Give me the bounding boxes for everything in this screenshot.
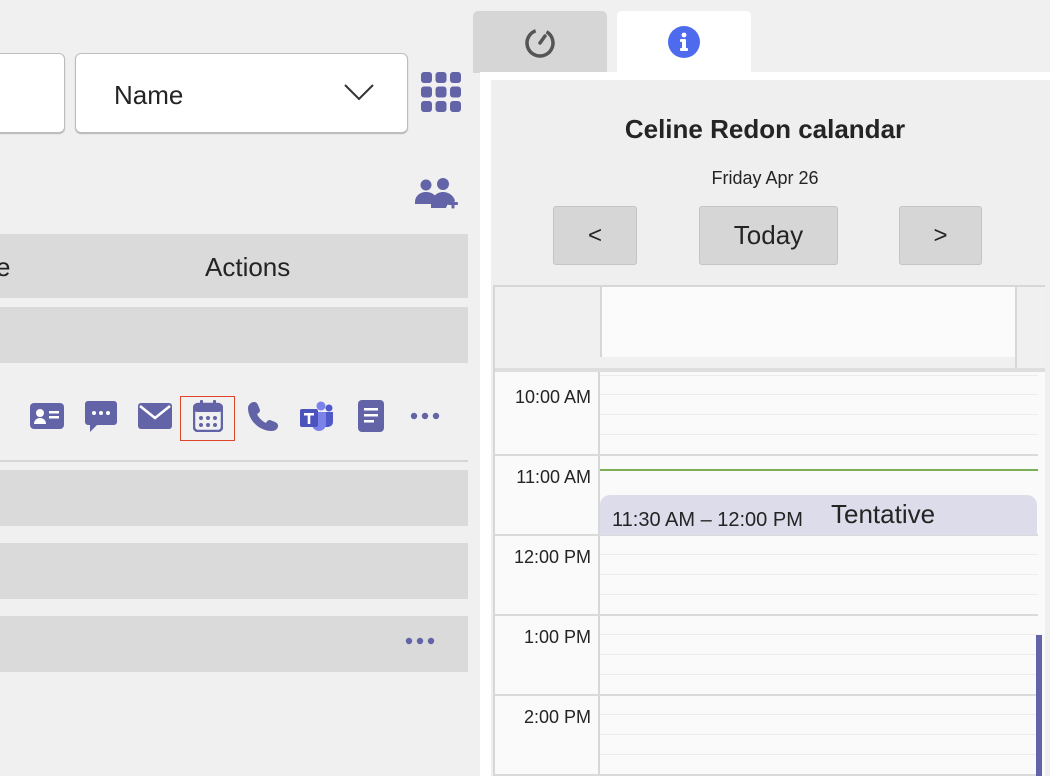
half-hour-line — [600, 674, 1038, 675]
scrollbar-thumb[interactable] — [1036, 635, 1042, 776]
current-time-line — [600, 469, 1038, 471]
calendar-event[interactable]: 11:30 AM – 12:00 PM Tentative — [600, 495, 1037, 535]
calendar-date: Friday Apr 26 — [711, 168, 819, 188]
calendar-title: Celine Redon calandar — [624, 114, 906, 144]
search-input[interactable] — [0, 53, 65, 133]
half-hour-line — [600, 654, 1038, 655]
chevron-down-icon — [343, 82, 375, 107]
table-header: e Actions — [0, 234, 468, 298]
table-row[interactable] — [0, 616, 468, 672]
history-icon — [525, 28, 555, 58]
event-status: Tentative — [831, 499, 936, 529]
half-hour-line — [600, 574, 1038, 575]
time-label: 1:00 PM — [523, 627, 591, 647]
chat-icon[interactable] — [83, 398, 119, 434]
row-divider — [0, 460, 468, 462]
time-label: 2:00 PM — [523, 707, 591, 727]
hour-line — [495, 694, 1038, 696]
half-hour-line — [600, 375, 1038, 376]
half-hour-line — [600, 414, 1038, 415]
all-day-divider — [1015, 287, 1017, 370]
table-row[interactable] — [0, 470, 468, 526]
sort-value: Name — [114, 80, 184, 110]
half-hour-line — [600, 554, 1038, 555]
time-label: 10:00 AM — [514, 387, 591, 407]
half-hour-line — [600, 714, 1038, 715]
all-day-separator — [495, 368, 1045, 372]
hour-line — [495, 454, 1038, 456]
sort-dropdown[interactable]: Name — [75, 53, 408, 133]
contact-card-icon[interactable] — [29, 398, 65, 434]
time-label: 12:00 PM — [513, 547, 591, 567]
half-hour-line — [600, 434, 1038, 435]
table-row[interactable] — [0, 307, 468, 363]
half-hour-line — [600, 594, 1038, 595]
today-button[interactable]: Today — [699, 206, 838, 265]
day-calendar[interactable]: 10:00 AM 11:00 AM 12:00 PM 1:00 PM 2:00 … — [493, 285, 1045, 776]
teams-icon[interactable] — [299, 398, 335, 434]
info-icon — [668, 26, 700, 58]
focus-outline — [180, 396, 235, 441]
tab-info[interactable] — [617, 11, 751, 73]
mail-icon[interactable] — [137, 398, 173, 434]
half-hour-line — [600, 634, 1038, 635]
half-hour-line — [600, 754, 1038, 755]
all-day-cell[interactable] — [600, 287, 1015, 357]
previous-day-button[interactable]: < — [553, 206, 637, 265]
notes-icon[interactable] — [353, 398, 389, 434]
column-header-actions: Actions — [205, 252, 291, 282]
tab-history[interactable] — [473, 11, 607, 73]
hour-line — [495, 614, 1038, 616]
app-root: { "colors": { "accent": "#6264a7", "info… — [0, 0, 1050, 776]
time-label: 11:00 AM — [516, 467, 591, 487]
add-people-icon[interactable] — [415, 178, 459, 219]
phone-icon[interactable] — [245, 398, 281, 434]
more-icon[interactable] — [405, 632, 435, 650]
column-header-name[interactable]: e — [0, 252, 10, 283]
half-hour-line — [600, 394, 1038, 395]
half-hour-line — [600, 734, 1038, 735]
all-day-area — [495, 287, 1045, 370]
table-row[interactable] — [0, 543, 468, 599]
event-time: 11:30 AM – 12:00 PM — [612, 509, 803, 531]
next-day-button[interactable]: > — [899, 206, 982, 265]
grid-icon[interactable] — [421, 72, 461, 112]
more-icon[interactable] — [407, 398, 443, 434]
